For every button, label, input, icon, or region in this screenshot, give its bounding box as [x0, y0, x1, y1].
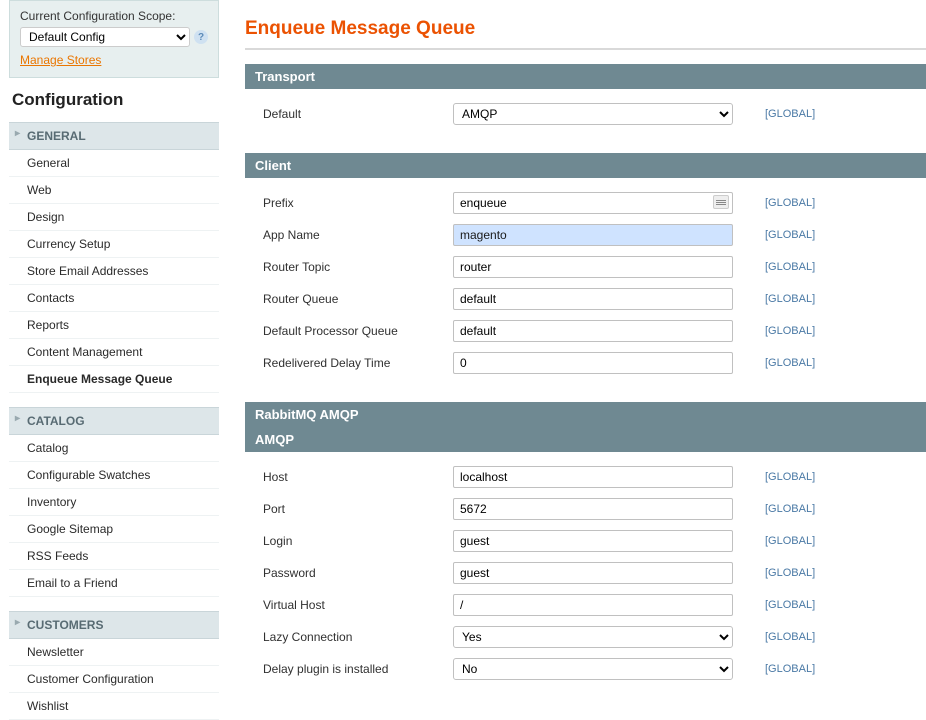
field-row-lazy: Lazy ConnectionYes [GLOBAL] [263, 626, 916, 648]
field-label-redelivered_delay_time: Redelivered Delay Time [263, 356, 453, 370]
nav-item[interactable]: Newsletter [9, 639, 219, 666]
field-label-prefix: Prefix [263, 196, 453, 210]
input-prefix[interactable] [453, 192, 733, 214]
nav-item[interactable]: Configurable Swatches [9, 462, 219, 489]
field-scope: [GLOBAL] [765, 663, 815, 675]
select-delay_plugin[interactable]: No [453, 658, 733, 680]
section-header-client[interactable]: Client [245, 153, 926, 178]
field-label-router_topic: Router Topic [263, 260, 453, 274]
field-label-delay_plugin: Delay plugin is installed [263, 662, 453, 676]
field-scope: [GLOBAL] [765, 261, 815, 273]
field-scope: [GLOBAL] [765, 293, 815, 305]
input-default_processor_queue[interactable] [453, 320, 733, 342]
nav-item[interactable]: Wishlist [9, 693, 219, 720]
scope-label: Current Configuration Scope: [20, 9, 208, 23]
input-router_queue[interactable] [453, 288, 733, 310]
nav-item[interactable]: General [9, 150, 219, 177]
section-header-amqp[interactable]: AMQP [245, 427, 926, 452]
field-row-transport-default: Default AMQP [GLOBAL] [263, 103, 916, 125]
field-scope: [GLOBAL] [765, 357, 815, 369]
field-scope: [GLOBAL] [765, 631, 815, 643]
field-scope: [GLOBAL] [765, 503, 815, 515]
nav-item[interactable]: Reports [9, 312, 219, 339]
select-lazy[interactable]: Yes [453, 626, 733, 648]
nav-item[interactable]: RSS Feeds [9, 543, 219, 570]
field-row-port: Port [GLOBAL] [263, 498, 916, 520]
field-scope: [GLOBAL] [765, 325, 815, 337]
manage-stores-link[interactable]: Manage Stores [20, 53, 101, 67]
input-router_topic[interactable] [453, 256, 733, 278]
field-row-login: Login [GLOBAL] [263, 530, 916, 552]
field-row-host: Host [GLOBAL] [263, 466, 916, 488]
configuration-heading: Configuration [9, 78, 219, 122]
field-label-app_name: App Name [263, 228, 453, 242]
field-row-password: Password [GLOBAL] [263, 562, 916, 584]
field-label-password: Password [263, 566, 453, 580]
field-row-delay_plugin: Delay plugin is installedNo [GLOBAL] [263, 658, 916, 680]
field-scope: [GLOBAL] [765, 599, 815, 611]
field-scope: [GLOBAL] [765, 471, 815, 483]
transport-default-select[interactable]: AMQP [453, 103, 733, 125]
nav-item[interactable]: Customer Configuration [9, 666, 219, 693]
field-row-prefix: Prefix [GLOBAL] [263, 192, 916, 214]
field-label-vhost: Virtual Host [263, 598, 453, 612]
nav-item[interactable]: Web [9, 177, 219, 204]
config-nav: GENERALGeneralWebDesignCurrency SetupSto… [9, 122, 219, 720]
list-icon[interactable] [713, 195, 729, 209]
field-row-router_queue: Router Queue [GLOBAL] [263, 288, 916, 310]
section-header-transport[interactable]: Transport [245, 64, 926, 89]
nav-item[interactable]: Inventory [9, 489, 219, 516]
field-scope: [GLOBAL] [765, 197, 815, 209]
input-vhost[interactable] [453, 594, 733, 616]
nav-item[interactable]: Content Management [9, 339, 219, 366]
field-label-port: Port [263, 502, 453, 516]
field-label-default_processor_queue: Default Processor Queue [263, 324, 453, 338]
nav-section-title[interactable]: CUSTOMERS [9, 611, 219, 639]
field-row-app_name: App Name [GLOBAL] [263, 224, 916, 246]
field-label-lazy: Lazy Connection [263, 630, 453, 644]
scope-select[interactable]: Default Config [20, 27, 190, 47]
section-rabbitmq: RabbitMQ AMQP AMQP Host [GLOBAL] Port [GLOB… [245, 402, 926, 694]
field-row-vhost: Virtual Host [GLOBAL] [263, 594, 916, 616]
input-app_name[interactable] [453, 224, 733, 246]
main-content: Enqueue Message Queue Transport Default … [245, 0, 926, 720]
field-label-host: Host [263, 470, 453, 484]
nav-item[interactable]: Catalog [9, 435, 219, 462]
page-title: Enqueue Message Queue [245, 18, 926, 50]
nav-item[interactable]: Store Email Addresses [9, 258, 219, 285]
field-scope: [GLOBAL] [765, 229, 815, 241]
input-login[interactable] [453, 530, 733, 552]
field-scope: [GLOBAL] [765, 535, 815, 547]
section-header-rabbitmq[interactable]: RabbitMQ AMQP [245, 402, 926, 427]
section-client: Client Prefix[GLOBAL]App Name[GLOBAL]Rou… [245, 153, 926, 388]
input-redelivered_delay_time[interactable] [453, 352, 733, 374]
input-password[interactable] [453, 562, 733, 584]
sidebar: Current Configuration Scope: Default Con… [0, 0, 219, 720]
nav-section-title[interactable]: CATALOG [9, 407, 219, 435]
input-port[interactable] [453, 498, 733, 520]
field-scope: [GLOBAL] [765, 567, 815, 579]
field-label-login: Login [263, 534, 453, 548]
field-label-transport-default: Default [263, 107, 453, 121]
scope-box: Current Configuration Scope: Default Con… [9, 0, 219, 78]
help-icon[interactable]: ? [194, 30, 208, 44]
field-row-router_topic: Router Topic [GLOBAL] [263, 256, 916, 278]
field-label-router_queue: Router Queue [263, 292, 453, 306]
field-row-redelivered_delay_time: Redelivered Delay Time [GLOBAL] [263, 352, 916, 374]
nav-item[interactable]: Enqueue Message Queue [9, 366, 219, 393]
field-scope: [GLOBAL] [765, 108, 815, 120]
input-host[interactable] [453, 466, 733, 488]
nav-item[interactable]: Google Sitemap [9, 516, 219, 543]
nav-item[interactable]: Currency Setup [9, 231, 219, 258]
nav-item[interactable]: Contacts [9, 285, 219, 312]
nav-item[interactable]: Email to a Friend [9, 570, 219, 597]
section-transport: Transport Default AMQP [GLOBAL] [245, 64, 926, 139]
nav-section-title[interactable]: GENERAL [9, 122, 219, 150]
nav-item[interactable]: Design [9, 204, 219, 231]
field-row-default_processor_queue: Default Processor Queue [GLOBAL] [263, 320, 916, 342]
